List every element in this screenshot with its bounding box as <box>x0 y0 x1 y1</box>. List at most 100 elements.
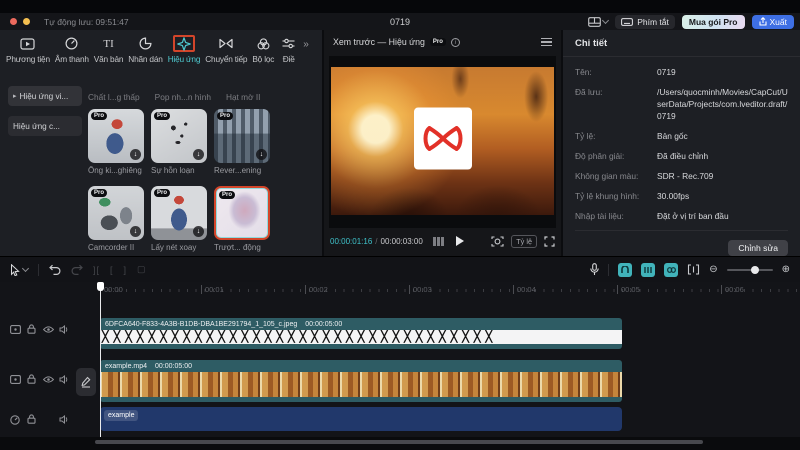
zoom-out-icon[interactable]: ⊖ <box>709 264 717 275</box>
mute-icon[interactable] <box>59 325 69 334</box>
timeline-zoom-slider[interactable] <box>727 269 773 271</box>
traffic-lights <box>10 18 30 25</box>
preview-axis-toggle-button[interactable] <box>641 263 655 277</box>
download-icon[interactable]: ↓ <box>193 226 204 237</box>
delete-right-icon[interactable]: ] <box>124 265 128 275</box>
snap-toggle-button[interactable] <box>618 263 632 277</box>
export-button[interactable]: Xuất <box>752 15 795 29</box>
main-track-icon[interactable] <box>10 325 21 334</box>
timeline-clip-audio[interactable]: example <box>100 407 622 431</box>
effect-card-selected[interactable]: Pro Trượt... động <box>214 186 270 252</box>
pro-badge: Pro <box>217 112 233 120</box>
layout-switcher-button[interactable] <box>588 17 608 27</box>
info-icon[interactable]: i <box>451 38 460 47</box>
redo-icon[interactable] <box>71 264 83 275</box>
horizontal-scrollbar[interactable] <box>95 440 703 444</box>
edit-button[interactable]: Chỉnh sửa <box>728 240 788 256</box>
effects-panel: Phương tiện Âm thanh TI Văn bản Nhãn dán… <box>0 30 322 256</box>
autosave-status: Tự động lưu: 09:51:47 <box>44 17 129 27</box>
effect-card[interactable]: Pro↓ Camcorder II <box>88 186 144 252</box>
draw-track-button[interactable] <box>76 368 96 396</box>
pro-badge: Pro <box>154 112 170 120</box>
sidebar-item-body-effects[interactable]: Hiệu ứng c... <box>8 116 82 136</box>
preview-menu-icon[interactable] <box>541 38 552 46</box>
tab-transitions[interactable]: Chuyển tiếp <box>205 35 247 64</box>
playhead[interactable] <box>100 282 101 437</box>
download-icon[interactable]: ↓ <box>130 149 141 160</box>
pro-badge: Pro <box>154 189 170 197</box>
close-window-button[interactable] <box>10 18 17 25</box>
effects-icon <box>173 35 195 52</box>
tab-audio[interactable]: Âm thanh <box>55 35 89 64</box>
microphone-icon[interactable] <box>590 263 599 276</box>
clip-filmstrip <box>100 372 622 397</box>
tab-stickers[interactable]: Nhãn dán <box>128 35 162 64</box>
play-button[interactable] <box>456 236 464 246</box>
delete-tool-icon[interactable]: ▢ <box>137 264 147 275</box>
aspect-ratio-button[interactable]: Tỷ lệ <box>511 235 537 248</box>
upgrade-pro-button[interactable]: Mua gói Pro <box>682 15 745 29</box>
titlebar-actions: Phím tắt Mua gói Pro Xuất <box>588 13 794 30</box>
link-toggle-button[interactable] <box>664 263 678 277</box>
effect-name: Rever...ening <box>214 166 270 175</box>
frame-by-frame-icon[interactable] <box>433 237 444 246</box>
tab-text[interactable]: TI Văn bản <box>94 35 124 64</box>
subtab-low-quality[interactable]: Chất l...g thấp <box>88 92 140 102</box>
download-icon[interactable]: ↓ <box>256 149 267 160</box>
titlebar: Tự động lưu: 09:51:47 0719 Phím tắt Mua … <box>0 13 800 30</box>
ruler-label: 00:04 <box>513 285 536 294</box>
capcut-window: Tự động lưu: 09:51:47 0719 Phím tắt Mua … <box>0 0 800 450</box>
effect-card[interactable]: Pro↓ Ống ki...ghiêng <box>88 109 144 175</box>
main-track-icon[interactable] <box>10 375 21 384</box>
sidebar-item-video-effects[interactable]: ▸ Hiệu ứng vi... <box>8 86 82 106</box>
detail-row-ratio: Tỷ lệ: Bản gốc <box>575 130 788 142</box>
tabs-overflow-chevron[interactable]: » <box>303 39 309 50</box>
download-icon[interactable]: ↓ <box>193 149 204 160</box>
undo-icon[interactable] <box>49 264 61 275</box>
adjust-icon <box>279 35 298 52</box>
export-icon <box>759 17 767 26</box>
audio-track-icon[interactable] <box>10 415 20 425</box>
split-tool-icon[interactable]: ][ <box>93 265 100 275</box>
delete-left-icon[interactable]: [ <box>110 265 114 275</box>
timeline-clip-image[interactable]: 6DFCA640-F833-4A3B-B1DB-DBA1BE291794_1_1… <box>100 318 622 349</box>
pro-badge: Pro <box>430 38 446 46</box>
filter-icon <box>254 35 273 52</box>
tab-adjust[interactable]: Điề <box>279 35 298 64</box>
ripple-edit-icon[interactable] <box>687 264 700 275</box>
detail-row-name: Tên: 0719 <box>575 66 788 78</box>
timeline-ruler[interactable]: 00:00 00:01 00:02 00:03 00:04 00:05 00:0… <box>0 282 800 298</box>
eye-icon[interactable] <box>43 376 54 383</box>
playhead-handle[interactable] <box>97 282 104 291</box>
lock-icon[interactable] <box>27 374 36 384</box>
zoom-in-icon[interactable]: ⊕ <box>782 264 790 275</box>
timeline-toolbar: ][ [ ] ▢ ⊖ ⊕ <box>0 256 800 282</box>
preview-right-controls: Tỷ lệ <box>491 235 555 248</box>
fullscreen-icon[interactable] <box>544 236 555 247</box>
tab-effects[interactable]: Hiệu ứng <box>168 35 201 64</box>
tab-media[interactable]: Phương tiện <box>6 35 50 64</box>
eye-icon[interactable] <box>43 326 54 333</box>
shortcuts-button[interactable]: Phím tắt <box>615 15 675 29</box>
effect-card[interactable]: Pro↓ Sự hỗn loạn <box>151 109 207 175</box>
download-icon[interactable]: ↓ <box>130 226 141 237</box>
select-tool-button[interactable] <box>10 264 28 276</box>
lock-icon[interactable] <box>27 414 36 424</box>
total-timecode: 00:00:03:00 <box>381 237 423 246</box>
subtab-grain-ii[interactable]: Hạt mờ II <box>226 92 260 102</box>
zoom-slider-knob[interactable] <box>751 266 759 274</box>
detail-row-saved-path: Đã lưu: /Users/quocminh/Movies/CapCut/Us… <box>575 86 788 122</box>
timeline-tools-left: ][ [ ] ▢ <box>10 264 147 276</box>
subtab-screen-pop[interactable]: Pop nh...n hình <box>155 92 211 102</box>
mute-icon[interactable] <box>59 375 69 384</box>
snapshot-icon[interactable] <box>491 236 504 247</box>
effect-card[interactable]: Pro↓ Lấy nét xoay <box>151 186 207 252</box>
timeline-clip-video[interactable]: example.mp4 00:00:05:00 <box>100 360 622 402</box>
chevron-down-icon <box>22 265 29 272</box>
clip-filename: example.mp4 <box>105 363 147 370</box>
mute-icon[interactable] <box>59 415 69 424</box>
effect-card[interactable]: Pro ↓ Rever...ening <box>214 109 270 175</box>
tab-filters[interactable]: Bộ lọc <box>252 35 274 64</box>
minimize-window-button[interactable] <box>23 18 30 25</box>
lock-icon[interactable] <box>27 324 36 334</box>
